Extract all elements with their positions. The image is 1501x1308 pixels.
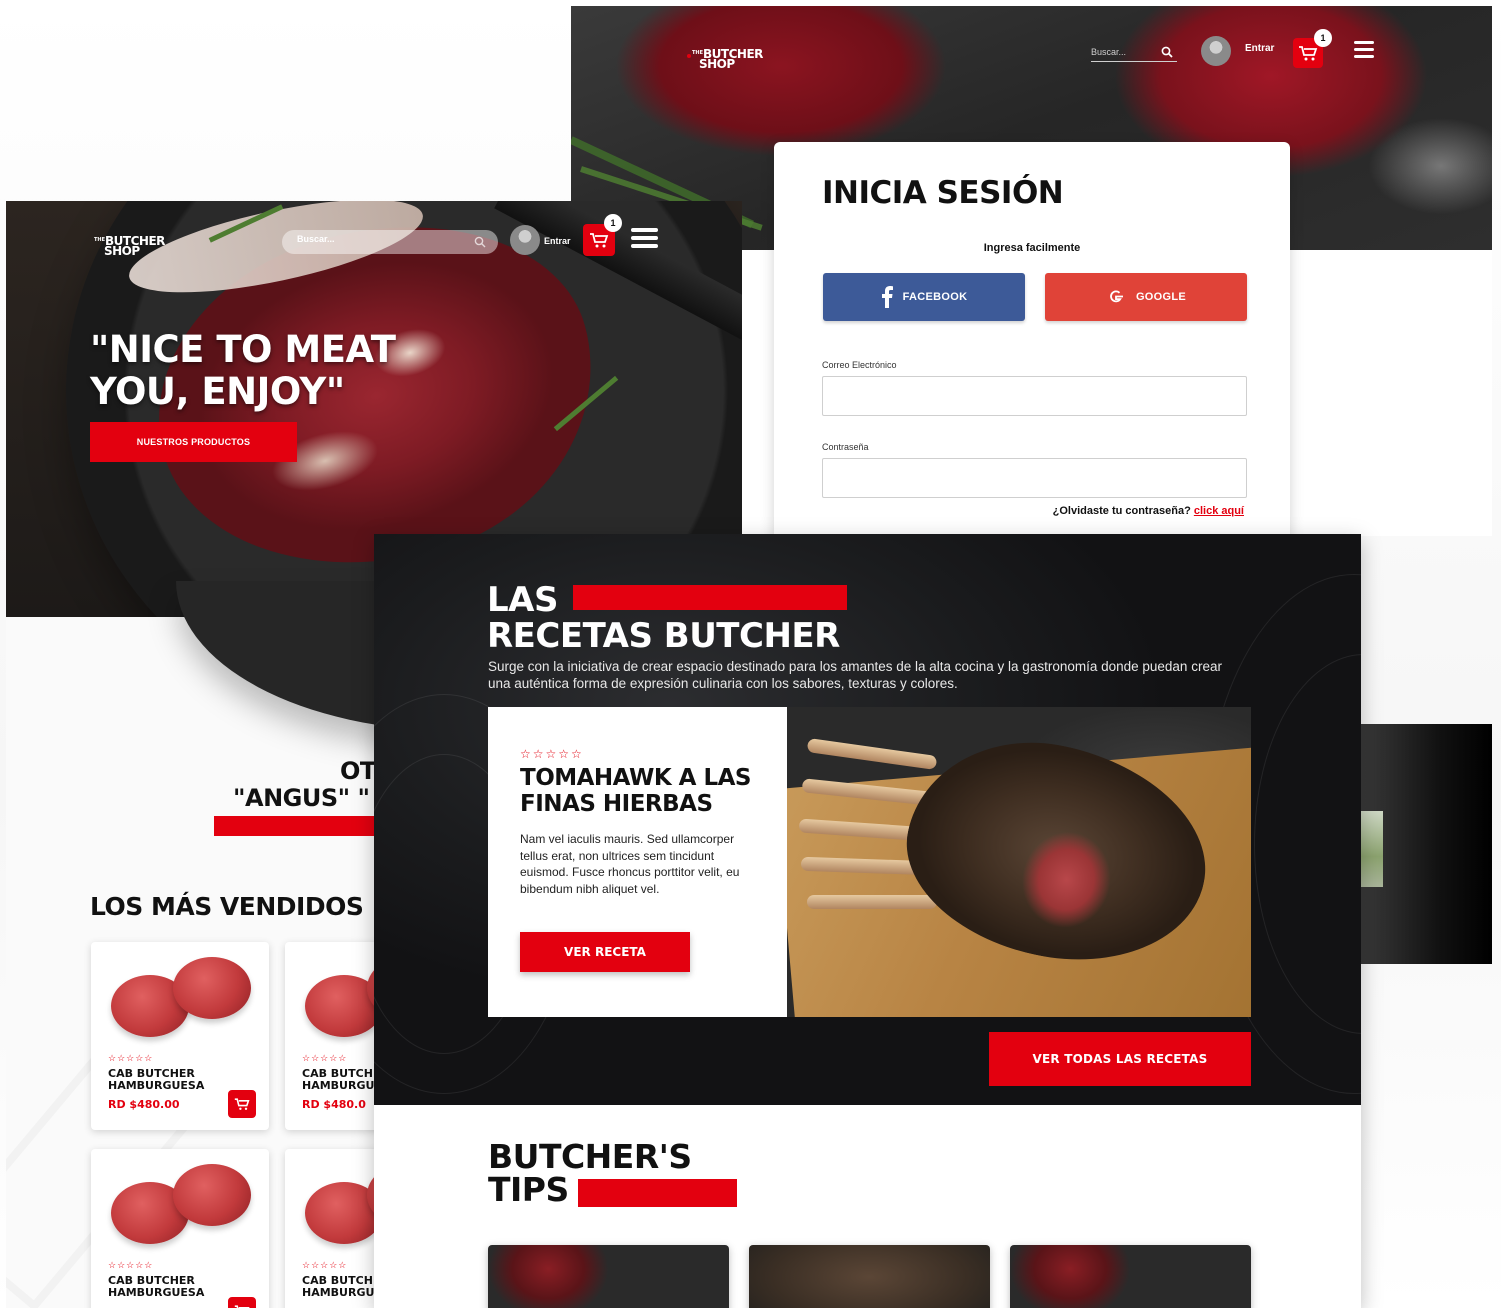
- hero-tagline: "NICE TO MEAT YOU, ENJOY": [90, 328, 396, 413]
- recipes-screen: LAS RECETAS BUTCHER Surge con la iniciat…: [374, 534, 1361, 1308]
- rating-stars: ☆☆☆☆☆: [108, 1053, 154, 1063]
- product-name: CAB BUTCHER HAMBURGUESA: [108, 1274, 205, 1299]
- product-name: CAB BUTCH HAMBURGU: [302, 1274, 375, 1299]
- rating-stars: ☆☆☆☆☆: [108, 1260, 154, 1270]
- login-link[interactable]: Entrar: [1245, 43, 1274, 54]
- password-field[interactable]: [822, 458, 1247, 498]
- products-button[interactable]: NUESTROS PRODUCTOS: [90, 422, 297, 462]
- recipe-photo: [787, 707, 1251, 1017]
- recipes-title-line2: RECETAS BUTCHER: [487, 616, 840, 656]
- login-card: INICIA SESIÓN Ingresa facilmente FACEBOO…: [774, 142, 1290, 536]
- facebook-icon: [881, 286, 893, 308]
- search-bar: [1091, 42, 1177, 62]
- search-bar: [282, 230, 498, 254]
- bestsellers-title: LOS MÁS VENDIDOS: [90, 892, 364, 921]
- product-image: [111, 957, 251, 1042]
- cart-count-badge: 1: [1314, 29, 1332, 47]
- rating-stars: ☆☆☆☆☆: [302, 1260, 348, 1270]
- login-title: INICIA SESIÓN: [822, 175, 1064, 211]
- forgot-password-link[interactable]: click aquí: [1194, 505, 1244, 517]
- product-price: RD $480.0: [302, 1098, 366, 1111]
- menu-icon[interactable]: [631, 228, 658, 252]
- angus-heading-line2: "ANGUS" ": [233, 784, 370, 812]
- login-subtitle: Ingresa facilmente: [983, 242, 1081, 254]
- product-image: [111, 1164, 251, 1249]
- product-price: RD $480.00: [108, 1098, 180, 1111]
- view-recipe-button[interactable]: VER RECETA: [520, 932, 690, 972]
- cart-count-badge: 1: [604, 214, 622, 232]
- google-login-button[interactable]: GOOGLE: [1045, 273, 1247, 321]
- add-to-cart-button[interactable]: [228, 1297, 256, 1308]
- product-name: CAB BUTCHER HAMBURGUESA: [108, 1067, 205, 1092]
- tip-card[interactable]: [749, 1245, 990, 1308]
- product-card[interactable]: ☆☆☆☆☆ CAB BUTCHER HAMBURGUESA: [91, 1149, 269, 1308]
- brand-logo[interactable]: THEBUTCHER SHOP: [94, 235, 165, 257]
- recipes-title-line1: LAS: [487, 580, 558, 620]
- email-field[interactable]: [822, 376, 1247, 416]
- user-avatar-icon[interactable]: [1201, 36, 1231, 66]
- recipes-section: LAS RECETAS BUTCHER Surge con la iniciat…: [374, 534, 1361, 1105]
- cart-icon: [590, 233, 609, 248]
- title-accent-bar: [573, 585, 847, 610]
- recipe-title: TOMAHAWK A LAS FINAS HIERBAS: [520, 765, 751, 817]
- angus-heading-line1: OT: [340, 757, 376, 785]
- google-icon: [1110, 290, 1123, 303]
- email-label: Correo Electrónico: [822, 360, 897, 370]
- tip-card[interactable]: [488, 1245, 729, 1308]
- tip-card[interactable]: [1010, 1245, 1251, 1308]
- view-all-recipes-button[interactable]: VER TODAS LAS RECETAS: [989, 1032, 1251, 1086]
- forgot-password: ¿Olvidaste tu contraseña? click aquí: [1052, 505, 1244, 517]
- search-icon[interactable]: [1161, 45, 1173, 63]
- featured-recipe-card: ☆☆☆☆☆ TOMAHAWK A LAS FINAS HIERBAS Nam v…: [488, 707, 787, 1017]
- recipes-intro: Surge con la iniciativa de crear espacio…: [488, 659, 1222, 691]
- rating-stars: ☆☆☆☆☆: [520, 747, 584, 761]
- user-avatar-icon[interactable]: [510, 225, 540, 255]
- product-name: CAB BUTCH HAMBURGU: [302, 1067, 375, 1092]
- brand-logo[interactable]: THEBUTCHER SHOP: [687, 48, 763, 70]
- login-link[interactable]: Entrar: [544, 236, 571, 246]
- showcase-canvas: THEBUTCHER SHOP Entrar 1 INICIA SESIÓN I…: [0, 0, 1501, 1308]
- facebook-login-button[interactable]: FACEBOOK: [823, 273, 1025, 321]
- cart-icon: [234, 1305, 250, 1308]
- search-icon[interactable]: [474, 235, 486, 253]
- search-input[interactable]: [297, 234, 467, 244]
- cart-icon: [1299, 46, 1318, 61]
- rating-stars: ☆☆☆☆☆: [302, 1053, 348, 1063]
- tips-accent-bar: [578, 1179, 737, 1207]
- product-card[interactable]: ☆☆☆☆☆ CAB BUTCHER HAMBURGUESA RD $480.00: [91, 942, 269, 1130]
- side-preview-strip: [1361, 724, 1492, 964]
- recipe-description: Nam vel iaculis mauris. Sed ullamcorper …: [520, 832, 740, 896]
- cart-icon: [234, 1098, 250, 1110]
- preview-image: [1361, 811, 1383, 887]
- search-input[interactable]: [1091, 43, 1155, 61]
- menu-icon[interactable]: [1354, 41, 1374, 62]
- password-label: Contraseña: [822, 442, 869, 452]
- add-to-cart-button[interactable]: [228, 1090, 256, 1118]
